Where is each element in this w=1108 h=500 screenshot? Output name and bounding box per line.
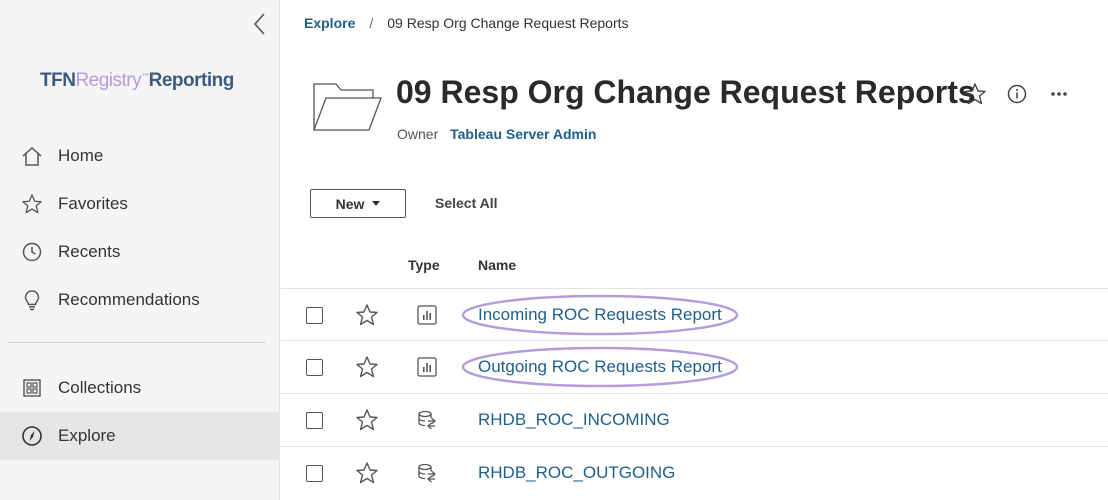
- owner-info: Owner Tableau Server Admin: [397, 126, 596, 142]
- row-checkbox[interactable]: [306, 307, 323, 324]
- lightbulb-icon: [20, 288, 44, 312]
- logo-trademark: ™: [141, 71, 149, 81]
- row-checkbox[interactable]: [306, 359, 323, 376]
- star-icon: [356, 356, 378, 378]
- star-icon: [356, 462, 378, 484]
- column-header-type[interactable]: Type: [408, 257, 440, 273]
- owner-label: Owner: [397, 126, 439, 142]
- clock-icon: [20, 240, 44, 264]
- collections-icon: [20, 376, 44, 400]
- star-icon: [20, 192, 44, 216]
- breadcrumb-current: 09 Resp Org Change Request Reports: [387, 15, 629, 31]
- row-name-link[interactable]: Outgoing ROC Requests Report: [478, 357, 722, 377]
- owner-name-link[interactable]: Tableau Server Admin: [450, 126, 596, 142]
- sidebar-item-favorites[interactable]: Favorites: [0, 180, 280, 228]
- sidebar-item-label: Recents: [58, 242, 121, 261]
- main-content: Explore / 09 Resp Org Change Request Rep…: [281, 0, 1108, 500]
- workbook-icon: [415, 355, 439, 379]
- sidebar-item-label: Home: [58, 146, 104, 165]
- logo-text-registry: Registry: [75, 70, 142, 91]
- more-actions-button[interactable]: [1047, 82, 1071, 106]
- sidebar-item-collections[interactable]: Collections: [0, 364, 280, 412]
- column-header-name[interactable]: Name: [478, 257, 516, 273]
- row-favorite-button[interactable]: [355, 303, 379, 327]
- row-checkbox[interactable]: [306, 412, 323, 429]
- sidebar: TFNRegistry™Reporting Home Favorites Rec…: [0, 0, 280, 500]
- new-button[interactable]: New: [310, 189, 406, 218]
- datasource-icon: [415, 408, 439, 432]
- star-icon: [356, 409, 378, 431]
- collapse-sidebar-button[interactable]: [250, 12, 270, 36]
- row-checkbox[interactable]: [306, 465, 323, 482]
- app-logo[interactable]: TFNRegistry™Reporting: [40, 70, 234, 92]
- table-row: Outgoing ROC Requests Report: [281, 340, 1108, 392]
- sidebar-item-explore[interactable]: Explore: [0, 412, 280, 460]
- caret-down-icon: [372, 201, 381, 206]
- row-name-link[interactable]: Incoming ROC Requests Report: [478, 305, 722, 325]
- sidebar-item-home[interactable]: Home: [0, 132, 280, 180]
- row-name-link[interactable]: RHDB_ROC_INCOMING: [478, 410, 670, 430]
- sidebar-item-label: Favorites: [58, 194, 128, 213]
- home-icon: [20, 144, 44, 168]
- breadcrumb: Explore / 09 Resp Org Change Request Rep…: [304, 15, 629, 31]
- row-favorite-button[interactable]: [355, 355, 379, 379]
- logo-text-reporting: Reporting: [148, 70, 235, 91]
- folder-icon: [311, 80, 383, 134]
- breadcrumb-separator: /: [369, 15, 374, 31]
- chevron-left-icon: [253, 13, 265, 35]
- app: TFNRegistry™Reporting Home Favorites Rec…: [0, 0, 1108, 500]
- star-icon: [356, 304, 378, 326]
- favorite-button[interactable]: [963, 82, 987, 106]
- info-button[interactable]: [1005, 82, 1029, 106]
- more-horizontal-icon: [1051, 92, 1067, 96]
- sidebar-item-label: Explore: [58, 426, 116, 445]
- info-icon: [1007, 84, 1027, 104]
- sidebar-divider: [8, 342, 266, 343]
- row-favorite-button[interactable]: [355, 408, 379, 432]
- row-favorite-button[interactable]: [355, 461, 379, 485]
- sidebar-item-label: Collections: [58, 378, 142, 397]
- breadcrumb-explore-link[interactable]: Explore: [304, 15, 355, 31]
- table-row: RHDB_ROC_INCOMING: [281, 393, 1108, 445]
- select-all-button[interactable]: Select All: [435, 195, 498, 211]
- star-icon: [964, 83, 986, 105]
- compass-icon: [20, 424, 44, 448]
- logo-text-tfn: TFN: [40, 70, 76, 91]
- table-row: RHDB_ROC_OUTGOING: [281, 446, 1108, 498]
- row-name-link[interactable]: RHDB_ROC_OUTGOING: [478, 463, 675, 483]
- table-row: Incoming ROC Requests Report: [281, 288, 1108, 340]
- datasource-icon: [415, 461, 439, 485]
- sidebar-item-recents[interactable]: Recents: [0, 228, 280, 276]
- workbook-icon: [415, 303, 439, 327]
- sidebar-item-label: Recommendations: [58, 290, 200, 309]
- new-button-label: New: [335, 195, 365, 212]
- sidebar-item-recommendations[interactable]: Recommendations: [0, 276, 280, 324]
- title-actions: [963, 82, 1071, 106]
- page-title: 09 Resp Org Change Request Reports: [396, 74, 976, 110]
